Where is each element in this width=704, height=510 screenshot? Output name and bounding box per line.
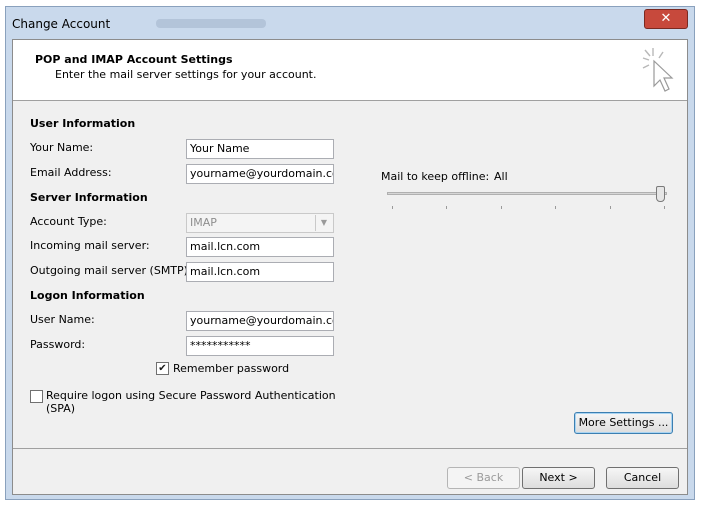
slider-tick	[501, 206, 502, 209]
slider-tick	[555, 206, 556, 209]
account-type-label: Account Type:	[30, 215, 107, 228]
offline-slider-thumb[interactable]	[656, 186, 665, 202]
remember-password-label: Remember password	[173, 362, 290, 375]
password-input[interactable]: ***********	[186, 336, 334, 356]
account-type-select: IMAP ▼	[186, 213, 334, 233]
spa-label-line1: Require logon using Secure Password Auth…	[46, 389, 336, 402]
offline-slider-track[interactable]	[387, 192, 667, 195]
logon-info-heading: Logon Information	[30, 289, 145, 302]
outgoing-server-label: Outgoing mail server (SMTP):	[30, 264, 192, 277]
spa-label-line2: (SPA)	[46, 402, 76, 415]
password-label: Password:	[30, 338, 86, 351]
chevron-down-icon: ▼	[315, 215, 332, 231]
dialog-client-area: POP and IMAP Account Settings Enter the …	[12, 39, 688, 495]
outgoing-server-input[interactable]: mail.lcn.com	[186, 262, 334, 282]
user-info-heading: User Information	[30, 117, 136, 130]
slider-tick	[610, 206, 611, 209]
back-button[interactable]: < Back	[447, 467, 520, 489]
email-address-input[interactable]: yourname@yourdomain.com	[186, 164, 334, 184]
server-info-heading: Server Information	[30, 191, 148, 204]
header-band: POP and IMAP Account Settings Enter the …	[13, 40, 687, 101]
title-blurred-text	[156, 19, 266, 28]
your-name-input[interactable]: Your Name	[186, 139, 334, 159]
next-button[interactable]: Next >	[522, 467, 595, 489]
slider-tick	[446, 206, 447, 209]
remember-password-checkbox[interactable]: ✔	[156, 362, 169, 375]
title-bar[interactable]: Change Account ✕	[6, 7, 694, 38]
more-settings-button[interactable]: More Settings ...	[574, 412, 673, 434]
offline-value: All	[494, 170, 508, 183]
click-cursor-icon	[642, 48, 674, 92]
account-type-value: IMAP	[190, 216, 217, 229]
your-name-label: Your Name:	[30, 141, 94, 154]
offline-label: Mail to keep offline:	[381, 170, 490, 183]
page-title: POP and IMAP Account Settings	[35, 53, 233, 66]
incoming-server-label: Incoming mail server:	[30, 239, 150, 252]
window-title: Change Account	[12, 17, 111, 31]
spa-checkbox[interactable]	[30, 390, 43, 403]
user-name-label: User Name:	[30, 313, 95, 326]
change-account-window: Change Account ✕ POP and IMAP Account Se…	[5, 6, 695, 500]
page-subtitle: Enter the mail server settings for your …	[55, 68, 317, 81]
user-name-input[interactable]: yourname@yourdomain.com	[186, 311, 334, 331]
slider-tick	[664, 206, 665, 209]
cancel-button[interactable]: Cancel	[606, 467, 679, 489]
email-address-label: Email Address:	[30, 166, 112, 179]
slider-tick	[392, 206, 393, 209]
close-button[interactable]: ✕	[644, 9, 688, 29]
incoming-server-input[interactable]: mail.lcn.com	[186, 237, 334, 257]
footer-divider	[13, 448, 687, 449]
